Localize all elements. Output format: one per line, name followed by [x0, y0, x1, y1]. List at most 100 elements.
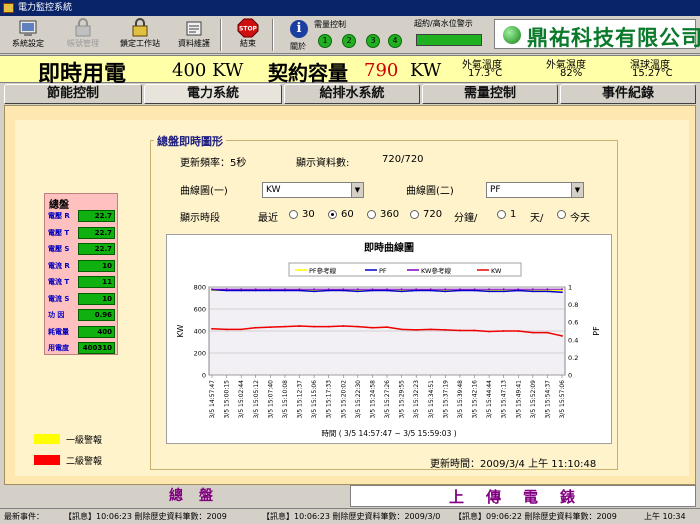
tab-demand-control[interactable]: 需量控制: [422, 84, 558, 104]
summary-board-button[interactable]: 總盤: [150, 485, 248, 505]
summary-row: 電流 T 11: [45, 274, 117, 291]
clock: 上午 10:34: [644, 512, 686, 521]
tab-energy-control[interactable]: 節能控制: [4, 84, 142, 104]
x-tick-label: 3/5 14:57:47: [209, 380, 216, 419]
data-point: [517, 330, 520, 332]
data-point: [284, 288, 286, 291]
data-point: [211, 288, 213, 291]
curve2-label: 曲線圖(二): [406, 186, 454, 197]
x-tick-label: 3/5 15:22:30: [355, 380, 362, 419]
app-icon: [3, 3, 14, 13]
chevron-down-icon[interactable]: ▼: [571, 183, 583, 197]
info-icon[interactable]: i: [290, 20, 308, 38]
day-option: 1: [510, 209, 517, 220]
upload-meter-button[interactable]: 上傳電錶: [350, 485, 696, 507]
curve1-select[interactable]: KW ▼: [262, 182, 364, 198]
data-point: [211, 327, 213, 330]
x-tick-label: 3/5 15:07:40: [267, 380, 274, 419]
data-point: [386, 288, 388, 291]
data-maintenance-button[interactable]: 資料維護: [172, 18, 216, 52]
summary-row-label: 耗電量: [48, 327, 69, 336]
x-tick-label: 3/5 15:49:41: [515, 380, 522, 419]
data-point: [473, 329, 476, 332]
x-tick-label: 3/5 15:17:33: [326, 380, 333, 419]
data-point: [531, 331, 534, 334]
y-tick-label: 400: [194, 328, 206, 336]
y2-axis-label: PF: [592, 326, 601, 336]
recent-label: 最近: [258, 213, 278, 224]
data-point: [356, 325, 359, 328]
summary-row-label: 電壓 S: [48, 245, 70, 253]
latest-event-label: 最新事件：: [4, 512, 44, 521]
lock-workstation-button[interactable]: 鎖定工作站: [114, 18, 166, 52]
stop-icon: STOP: [237, 18, 259, 38]
toolbar-separator: [272, 19, 274, 51]
toolbar: 系統設定 帳號管理 鎖定工作站 資料維護 STOP 結束 i 關於 需量控制 1…: [0, 16, 700, 54]
wetbulb-temp-value: 15.27°C: [632, 68, 673, 79]
summary-row-value: 22.7: [78, 243, 115, 255]
period-label: 顯示時段: [180, 213, 220, 224]
window-title: 電力監控系統: [18, 3, 73, 13]
period-radio-30[interactable]: [289, 210, 298, 219]
contract-warning-bar: [416, 34, 482, 46]
toolbar-separator: [220, 19, 222, 51]
tab-event-log[interactable]: 事件紀錄: [560, 84, 696, 104]
y2-tick-label: 1: [568, 284, 572, 292]
data-point: [459, 329, 461, 332]
data-point: [225, 328, 228, 331]
legend-swatch-red: [34, 455, 60, 465]
legend-entry: PF: [379, 267, 387, 275]
data-point: [371, 326, 374, 329]
summary-row-label: 電壓 R: [48, 212, 70, 220]
y2-tick-label: 0.6: [568, 319, 578, 327]
chart-title: 即時曲線圖: [364, 241, 414, 254]
demand-control-label: 需量控制: [314, 20, 346, 29]
minutes-label: 分鐘/: [454, 213, 478, 224]
data-point: [342, 325, 345, 327]
summary-row-label: 電流 S: [48, 294, 70, 303]
title-bar: 電力監控系統: [0, 0, 700, 16]
summary-row-value: 10: [78, 292, 115, 305]
period-radio-1day[interactable]: [497, 210, 506, 219]
today-label: 今天: [570, 213, 590, 224]
event-item: 【訊息】10:06:23 刪除歷史資料筆數：2009/3/0: [262, 512, 441, 521]
period-radio-60[interactable]: [328, 210, 337, 219]
display-count-label: 顯示資料數:: [296, 158, 350, 169]
x-tick-label: 3/5 15:47:13: [501, 380, 508, 419]
realtime-chart: 即時曲線圖 PF參考線 PF KW參考線 KW 800 600 400 200 0 1 0.8 0.6 0…: [166, 234, 612, 444]
tab-power-system[interactable]: 電力系統: [144, 84, 282, 104]
account-button[interactable]: 帳號管理: [58, 18, 108, 52]
summary-row: 電流 S 10: [45, 291, 117, 308]
folder-icon: [186, 21, 202, 36]
curve2-select[interactable]: PF ▼: [486, 182, 584, 198]
summary-row-label: 電流 T: [48, 278, 70, 286]
system-settings-button[interactable]: 系統設定: [6, 18, 50, 52]
exit-button[interactable]: STOP 結束: [228, 18, 268, 52]
data-point: [546, 290, 549, 293]
period-option-360: 360: [380, 209, 400, 220]
update-time: 更新時間：2009/3/4 上午 11:10:48: [430, 459, 597, 470]
x-tick-label: 3/5 15:10:08: [282, 380, 289, 419]
tab-water-system[interactable]: 給排水系統: [284, 84, 420, 104]
realtime-chart-title: 總盤即時圖形: [154, 133, 226, 149]
period-radio-today[interactable]: [557, 210, 566, 219]
x-tick-label: 3/5 15:52:09: [530, 380, 537, 419]
contract-warning-label: 超約/高水位警示: [414, 19, 473, 28]
chevron-down-icon[interactable]: ▼: [351, 183, 363, 197]
info-bar: 即時用電 400 KW 契約容量 790 KW 外氣溫度 17.3°C 外氣濕度…: [0, 55, 700, 87]
level-indicator: 2: [342, 34, 356, 48]
level-indicator: 4: [388, 34, 402, 48]
x-axis-label: 時間 ( 3/5 14:57:47 ~ 3/5 15:59:03 ): [321, 429, 456, 438]
x-tick-label: 3/5 15:20:02: [340, 380, 347, 419]
summary-row-value: 400310: [78, 342, 115, 354]
summary-row-value: 10: [78, 259, 115, 272]
data-point: [356, 290, 359, 293]
summary-row-label: 電壓 T: [48, 228, 70, 237]
contract-capacity-value: 790: [364, 60, 399, 81]
data-point: [502, 288, 505, 291]
summary-row-value: 400: [78, 325, 115, 338]
summary-row: 功 因 0.96: [45, 307, 117, 324]
period-radio-720[interactable]: [410, 210, 419, 219]
period-radio-360[interactable]: [367, 210, 376, 219]
svg-text:STOP: STOP: [239, 26, 258, 33]
